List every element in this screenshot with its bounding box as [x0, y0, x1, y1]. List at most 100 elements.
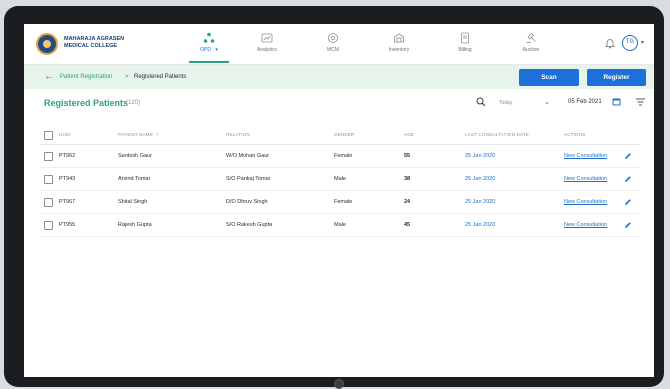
nav-item-inventory[interactable]: Inventory: [374, 32, 424, 53]
register-button[interactable]: Register: [587, 69, 646, 86]
sort-icon[interactable]: ↑: [156, 132, 159, 138]
nav-label-inventory: Inventory: [388, 47, 410, 53]
relation-cell: S/O Rakesh Gupta: [226, 222, 273, 228]
chevron-down-icon[interactable]: ▾: [641, 39, 644, 46]
breadcrumb-separator: >: [125, 74, 129, 80]
gender-cell: Male: [334, 222, 346, 228]
row-checkbox[interactable]: [44, 152, 53, 161]
filter-icon[interactable]: [636, 98, 645, 106]
pencil-icon: [625, 152, 631, 159]
new-consultation-link[interactable]: New Consultation: [564, 214, 607, 236]
edit-button[interactable]: [624, 168, 632, 190]
last-consultation-cell: 25 Jan 2020: [465, 176, 496, 182]
last-consultation-cell: 25 Jan 2020: [465, 222, 496, 228]
new-consultation-link[interactable]: New Consultation: [564, 168, 607, 190]
row-checkbox[interactable]: [44, 175, 53, 184]
nav-label-billing: Billing: [458, 47, 472, 53]
uhid-cell: PT943: [59, 176, 76, 182]
app-screen: MAHARAJA AGRASEN MEDICAL COLLEGE OPD ▾ A…: [24, 24, 654, 377]
table-row: PT943 Arvind Tomar S/O Pankaj Tomar Male…: [40, 168, 640, 191]
table-row: PT967 Shital Singh D/O Dhruv Singh Femal…: [40, 191, 640, 214]
nav-label-auction: Auction: [522, 47, 540, 53]
breadcrumb-current: Registered Patients: [134, 74, 187, 80]
col-actions: ACTIONS: [564, 132, 586, 137]
gender-cell: Female: [334, 153, 353, 159]
user-avatar[interactable]: TG: [622, 35, 638, 51]
relation-cell: W/O Mohan Gaur: [226, 153, 270, 159]
last-consultation-cell: 25 Jan 2020: [465, 199, 496, 205]
nav-item-billing[interactable]: Billing: [440, 32, 490, 53]
uhid-cell: PT967: [59, 199, 76, 205]
college-logo: [36, 33, 58, 55]
breadcrumb-bar: ← Patient Registration > Registered Pati…: [24, 65, 654, 89]
table-header: UHID PATIENT NAME ↑ RELATION GENDER AGE L…: [40, 126, 640, 145]
active-nav-indicator: [189, 61, 229, 63]
edit-button[interactable]: [624, 191, 632, 213]
auction-icon: [526, 32, 536, 43]
last-consultation-cell: 25 Jan 2020: [465, 153, 496, 159]
nav-label-analytics: Analytics: [256, 47, 277, 53]
table-row: PT962 Santosh Gaur W/O Mohan Gaur Female…: [40, 145, 640, 168]
patient-count: (120): [126, 100, 141, 106]
relation-cell: D/O Dhruv Singh: [226, 199, 268, 205]
patients-table: UHID PATIENT NAME ↑ RELATION GENDER AGE L…: [40, 126, 640, 237]
device-bezel: MAHARAJA AGRASEN MEDICAL COLLEGE OPD ▾ A…: [4, 6, 664, 389]
pencil-icon: [625, 175, 631, 182]
age-cell: 24: [404, 199, 411, 205]
pencil-icon: [625, 198, 631, 205]
col-age: AGE: [404, 132, 415, 137]
mcm-icon: [328, 33, 338, 43]
edit-button[interactable]: [624, 145, 632, 167]
breadcrumb-parent[interactable]: Patient Registration: [60, 74, 112, 80]
pencil-icon: [625, 221, 631, 228]
table-row: PT955 Rajesh Gupta S/O Rakesh Gupta Male…: [40, 214, 640, 237]
page-header: Registered Patients (120) Today ⌄ 05 Feb…: [24, 90, 654, 114]
nav-item-mcm[interactable]: MCM: [308, 32, 358, 53]
camera-dot: [334, 379, 344, 389]
back-arrow-icon[interactable]: ←: [44, 71, 54, 82]
patient-name-cell: Santosh Gaur: [118, 153, 152, 159]
col-uhid: UHID: [59, 132, 71, 137]
inventory-icon: [394, 33, 404, 43]
analytics-icon: [261, 33, 273, 43]
search-icon[interactable]: [476, 97, 486, 107]
row-checkbox[interactable]: [44, 198, 53, 207]
col-relation: RELATION: [226, 132, 250, 137]
chevron-down-icon[interactable]: ⌄: [544, 98, 550, 106]
patient-name-cell: Arvind Tomar: [118, 176, 151, 182]
select-all-checkbox[interactable]: [44, 131, 53, 140]
nav-label-opd: OPD: [200, 47, 211, 53]
nav-label-mcm: MCM: [327, 47, 339, 53]
new-consultation-link[interactable]: New Consultation: [564, 191, 607, 213]
edit-button[interactable]: [624, 214, 632, 236]
org-name: MAHARAJA AGRASEN MEDICAL COLLEGE: [64, 36, 125, 49]
top-navigation: MAHARAJA AGRASEN MEDICAL COLLEGE OPD ▾ A…: [24, 24, 654, 65]
col-patient-name-label: PATIENT NAME: [118, 132, 153, 137]
age-cell: 55: [404, 153, 411, 159]
calendar-icon[interactable]: [612, 97, 621, 106]
nav-item-analytics[interactable]: Analytics: [242, 32, 292, 53]
gender-cell: Male: [334, 176, 346, 182]
uhid-cell: PT955: [59, 222, 76, 228]
row-checkbox[interactable]: [44, 221, 53, 230]
page-title: Registered Patients: [44, 98, 129, 108]
gender-cell: Female: [334, 199, 353, 205]
nav-item-auction[interactable]: Auction: [506, 32, 556, 53]
scan-button[interactable]: Scan: [519, 69, 579, 86]
relation-cell: S/O Pankaj Tomar: [226, 176, 271, 182]
billing-icon: [461, 32, 469, 44]
age-cell: 38: [404, 176, 411, 182]
date-field[interactable]: 05 Feb 2021: [568, 99, 602, 105]
logo-emblem: [43, 40, 51, 48]
nav-item-opd[interactable]: OPD ▾: [184, 32, 234, 53]
period-select[interactable]: Today: [499, 100, 512, 106]
patient-name-cell: Shital Singh: [118, 199, 148, 205]
uhid-cell: PT962: [59, 153, 76, 159]
new-consultation-link[interactable]: New Consultation: [564, 145, 607, 167]
bell-icon[interactable]: [604, 37, 616, 49]
opd-icon: [203, 32, 215, 43]
patient-name-cell: Rajesh Gupta: [118, 222, 152, 228]
col-last-consultation: LAST CONSULTATION DATE: [465, 132, 529, 137]
col-patient-name[interactable]: PATIENT NAME ↑: [118, 126, 159, 144]
age-cell: 45: [404, 222, 411, 228]
